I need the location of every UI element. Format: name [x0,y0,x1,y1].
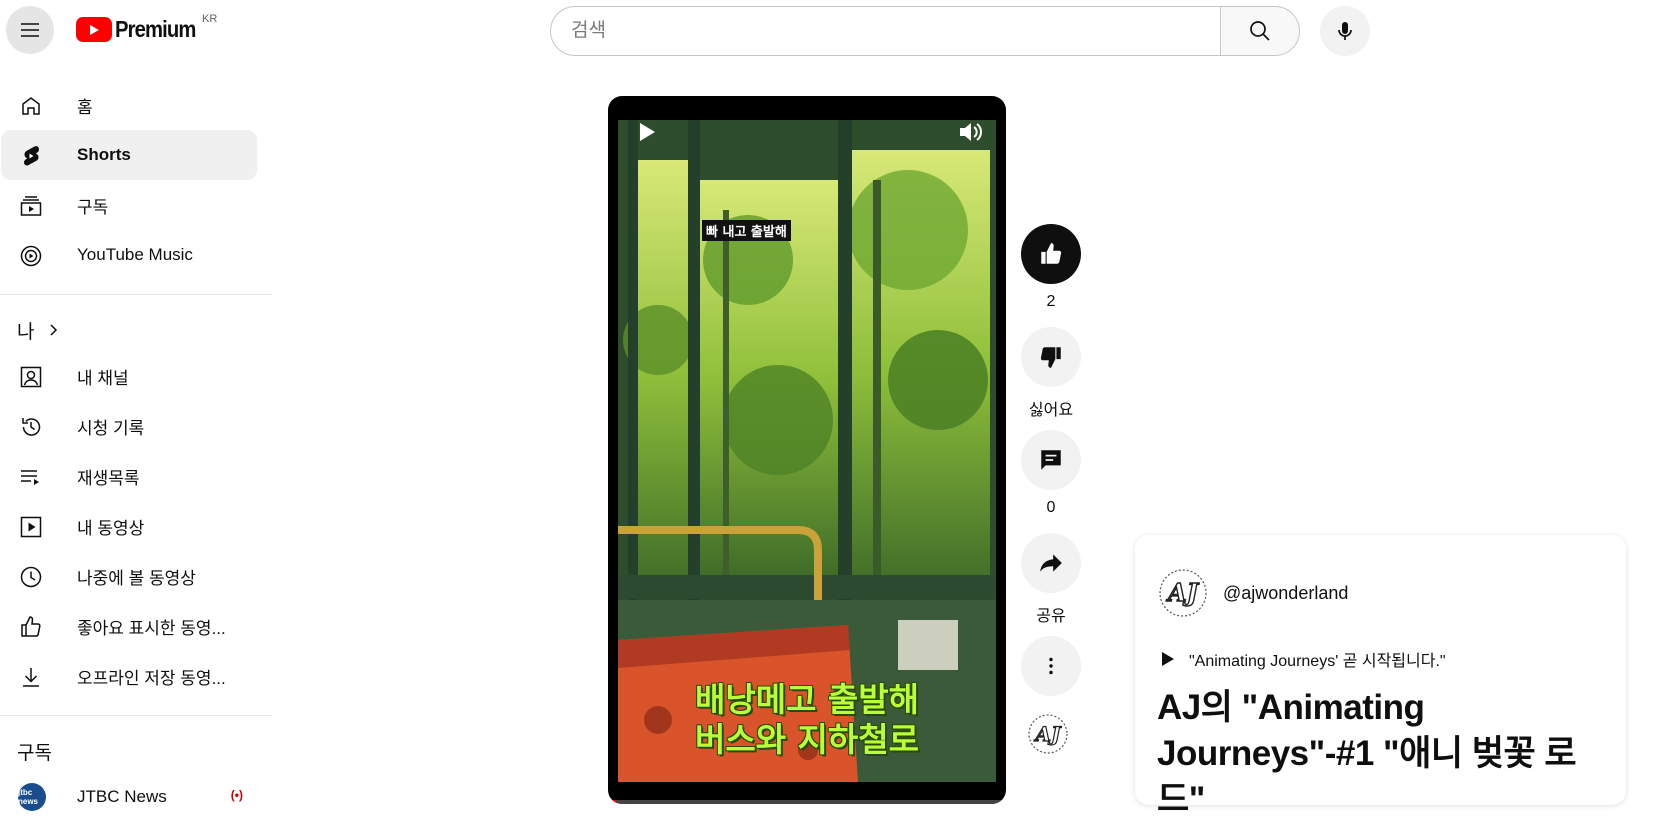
playlist-icon [18,464,44,490]
search-icon [1250,21,1270,41]
sidebar-item-history[interactable]: 시청 기록 [1,401,257,451]
you-section-title: 나 [17,321,35,343]
chevron-right-icon [50,324,58,336]
video-progress-bar[interactable] [608,800,1006,804]
history-icon [18,414,44,440]
live-icon: (•) [230,788,243,802]
sidebar-item-home[interactable]: 홈 [1,80,257,130]
sidebar-item-label: JTBC News [77,787,167,806]
channel-avatar: jtbc news [18,783,46,811]
thumbs-down-icon [1040,347,1061,368]
comment-count: 0 [1046,499,1056,516]
shorts-player[interactable]: 빠 내고 출발해 배낭메고 출발해 버스와 지하철로 [608,96,1006,804]
play-icon [640,123,655,141]
comment-icon [1041,450,1061,470]
sidebar-item-liked-videos[interactable]: 좋아요 표시한 동영... [1,601,257,651]
sidebar-item-label: 내 채널 [77,368,129,388]
subscriptions-icon [18,193,44,219]
volume-icon [960,123,982,141]
country-code: KR [202,13,218,25]
caption-line: 버스와 지하철로 [694,720,919,759]
youtube-play-icon [76,17,112,42]
sidebar-item-playlists[interactable]: 재생목록 [1,451,257,501]
microphone-icon [1338,22,1352,40]
menu-button[interactable] [6,6,54,54]
search-bar [550,6,1300,56]
logo-text: Premium [115,16,196,42]
channel-thumbnail-button[interactable]: AJ [1024,710,1072,758]
play-triangle-icon [1162,652,1174,666]
volume-button[interactable] [956,118,984,146]
channel-logo-icon: AJ [1028,714,1068,754]
hamburger-icon [21,23,39,37]
premiere-notice: "Animating Journeys' 곧 시작됩니다." [1161,647,1446,671]
search-input[interactable] [550,6,1220,56]
like-button[interactable] [1021,224,1081,284]
sidebar-item-my-videos[interactable]: 내 동영상 [1,501,257,551]
watch-later-icon [18,564,44,590]
my-videos-icon [18,514,44,540]
play-button[interactable] [634,120,658,144]
download-icon [18,664,44,690]
shorts-icon [18,143,44,169]
share-label: 공유 [1036,608,1066,625]
avatar-text: AJ [1166,578,1200,607]
sidebar-item-label: 내 동영상 [77,518,145,538]
you-section-header[interactable]: 나 [0,309,272,351]
dislike-label: 싫어요 [1028,402,1074,419]
subscriptions-section-title: 구독 [17,742,52,764]
sidebar-item-downloads[interactable]: 오프라인 저장 동영... [1,651,257,701]
video-title[interactable]: AJ의 "Animating Journeys"-#1 "애니 벚꽃 로드" [1157,685,1612,817]
sidebar-item-subscriptions[interactable]: 구독 [1,180,257,230]
comments-button[interactable] [1021,430,1081,490]
youtube-premium-logo[interactable]: Premium [76,16,206,43]
sidebar-item-label: 홈 [77,97,93,117]
sidebar-item-label: 시청 기록 [77,418,145,438]
search-button[interactable] [1220,6,1300,56]
dislike-button[interactable] [1021,327,1081,387]
video-frame: 빠 내고 출발해 배낭메고 출발해 버스와 지하철로 [618,120,996,782]
sidebar-item-label: Shorts [77,145,131,164]
channel-avatar[interactable]: AJ [1157,567,1209,619]
like-count: 2 [1046,293,1056,310]
sidebar-item-label: 구독 [77,197,109,217]
channel-handle[interactable]: @ajwonderland [1223,583,1348,604]
more-vertical-icon [1049,657,1053,675]
sidebar-item-my-channel[interactable]: 내 채널 [1,351,257,401]
thumbs-up-icon [18,614,44,640]
caption-line: 배낭메고 출발해 [694,680,919,719]
video-info-card: AJ @ajwonderland "Animating Journeys' 곧 … [1135,535,1626,817]
sidebar-item-youtube-music[interactable]: YouTube Music [1,230,257,280]
sidebar: 홈 Shorts 구독 YouTube Music 나 내 채널 시청 기록 재… [0,80,272,817]
more-options-button[interactable] [1021,636,1081,696]
premiere-text: "Animating Journeys' 곧 시작됩니다." [1189,653,1446,670]
video-progress-fill [608,800,616,804]
sidebar-item-label: YouTube Music [77,245,193,264]
sidebar-item-shorts[interactable]: Shorts [1,130,257,180]
svg-text:AJ: AJ [1034,722,1063,746]
sidebar-divider [0,294,272,295]
sidebar-divider [0,715,272,716]
sidebar-item-label: 좋아요 표시한 동영... [77,618,226,638]
shorts-actions: 2 싫어요 0 공유 AJ [1018,224,1084,758]
sidebar-item-label: 나중에 볼 동영상 [77,568,196,588]
channel-icon [18,364,44,390]
youtube-music-icon [18,243,44,269]
sidebar-item-watch-later[interactable]: 나중에 볼 동영상 [1,551,257,601]
thumbs-up-icon [1041,243,1062,264]
share-icon [1040,554,1062,572]
voice-search-button[interactable] [1320,6,1370,56]
sidebar-item-label: 재생목록 [77,468,140,488]
share-button[interactable] [1021,533,1081,593]
sidebar-item-label: 오프라인 저장 동영... [77,668,226,688]
sidebar-item-jtbc-news[interactable]: jtbc news JTBC News (•) [1,772,257,817]
video-caption-small: 빠 내고 출발해 [702,220,791,241]
channel-logo-icon: AJ [1159,569,1207,617]
video-caption-overlay: 배낭메고 출발해 버스와 지하철로 [618,680,996,760]
home-icon [18,93,44,119]
